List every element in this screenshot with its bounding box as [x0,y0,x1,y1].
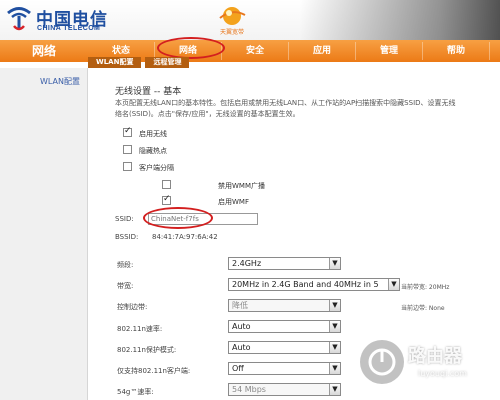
sidebar-item-wlan-config[interactable]: WLAN配置 [40,76,80,87]
ssid-highlight [143,207,213,229]
tab-management[interactable]: 管理 [356,42,423,60]
watermark: 路由器 luyouqi.com [358,336,500,400]
watermark-text-cn: 路由器 [408,346,462,367]
page-description: 本页配置无线LAN口的基本特性。包括启用或禁用无线LAN口、从工作站的AP扫描搜… [115,98,500,120]
bandwidth-select-value: 20MHz in 2.4G Band and 40MHz in 5 [232,280,379,289]
client-isolation-label: 客户端分隔 [139,164,174,172]
header: 中国电信 CHINA TELECOM 天翼宽带 [0,0,500,40]
bandwidth-label: 带宽: [117,282,134,290]
header-shade [300,0,500,40]
chevron-down-icon: ▼ [388,279,399,290]
protection-11n-label: 802.11n保护模式: [117,346,177,354]
control-sideband-select-value: 降低 [232,301,248,310]
nav-section-title: 网络 [31,44,56,58]
chevron-down-icon: ▼ [329,258,340,269]
subtab-wlan-config[interactable]: WLAN配置 [88,57,142,68]
band-label: 频段: [117,261,134,269]
subtab-remote-management[interactable]: 远程管理 [145,57,190,68]
enable-wmf-checkbox[interactable] [162,194,171,205]
disable-wmm-label: 禁用WMM广播 [218,182,266,190]
top-nav: 网络 状态 网络 安全 应用 管理 帮助 [0,40,500,62]
watermark-text-en: luyouqi.com [418,369,467,378]
page-title: 无线设置 -- 基本 [115,87,182,97]
band-select[interactable]: 2.4GHz ▼ [228,257,341,270]
current-sideband-note: 当前边带: None [401,305,445,312]
sidebar: WLAN配置 [0,68,88,400]
rate-11n-select[interactable]: Auto ▼ [228,320,341,333]
chevron-down-icon: ▼ [329,300,340,311]
hide-ap-checkbox[interactable] [123,145,132,154]
chevron-down-icon: ▼ [329,363,340,374]
china-telecom-logo-icon [7,7,31,31]
enable-wireless-checkbox[interactable] [123,126,132,137]
tab-help[interactable]: 帮助 [423,42,490,60]
support-11n-only-select[interactable]: Off ▼ [228,362,341,375]
description-line-2: 络名(SSID)。点击"保存/应用"，无线设置的基本配置生效。 [115,110,300,118]
router-watermark-icon [360,340,404,384]
logo-text-en: CHINA TELECOM [37,25,101,32]
tab-application[interactable]: 应用 [289,42,356,60]
ssid-label: SSID: [115,215,134,223]
tianyi-brand-text: 天翼宽带 [219,29,244,36]
enable-wmf-label: 启用WMF [218,198,249,206]
rate-54g-label: 54g™速率: [117,388,154,396]
band-select-value: 2.4GHz [232,259,262,268]
network-tab-highlight [157,37,225,59]
sub-nav: WLAN配置 远程管理 [88,57,193,68]
protection-11n-select[interactable]: Auto ▼ [228,341,341,354]
enable-wireless-label: 启用无线 [139,130,167,138]
bssid-label: BSSID: [115,233,139,241]
client-isolation-checkbox[interactable] [123,162,132,171]
rate-54g-select-value: 54 Mbps [232,385,266,394]
current-bandwidth-note: 当前带宽: 20MHz [401,284,450,291]
tab-security[interactable]: 安全 [222,42,289,60]
bandwidth-select[interactable]: 20MHz in 2.4G Band and 40MHz in 5 ▼ [228,278,400,291]
tianyi-brand: 天翼宽带 [212,4,252,36]
chevron-down-icon: ▼ [329,384,340,395]
chevron-down-icon: ▼ [329,342,340,353]
control-sideband-select[interactable]: 降低 ▼ [228,299,341,312]
support-11n-only-select-value: Off [232,364,244,373]
rate-11n-select-value: Auto [232,322,251,331]
bssid-value: 84:41:7A:97:6A:42 [152,233,218,241]
support-11n-only-label: 仅支持802.11n客户端: [117,367,191,375]
chevron-down-icon: ▼ [329,321,340,332]
description-line-1: 本页配置无线LAN口的基本特性。包括启用或禁用无线LAN口、从工作站的AP扫描搜… [115,99,456,107]
rate-11n-label: 802.11n速率: [117,325,163,333]
control-sideband-label: 控制边带: [117,303,148,311]
hide-ap-label: 隐藏热点 [139,147,167,155]
protection-11n-select-value: Auto [232,343,251,352]
tianyi-logo-icon [219,7,246,25]
rate-54g-select[interactable]: 54 Mbps ▼ [228,383,341,396]
disable-wmm-checkbox[interactable] [162,180,171,189]
